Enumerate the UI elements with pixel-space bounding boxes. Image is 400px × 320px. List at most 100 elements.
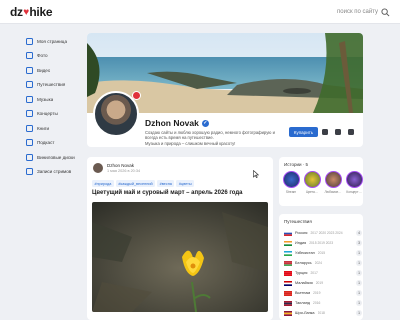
country-name: Индия [295,241,307,245]
country-row[interactable]: Индия 2015 2019 2023 3 [284,239,362,247]
sidebar-item-music[interactable]: Музыка [26,92,82,107]
sidebar-item-label: Видео [37,67,51,73]
post-tag[interactable]: #весна [157,180,175,187]
sidebar-item-label: Записи стримов [37,169,72,175]
profile-bio: Создаю сайты и люблю хорошую радио, немн… [145,130,295,146]
top-bar: dz ♥ hike поиск по сайту [0,0,400,24]
country-row[interactable]: Турция 2017 1 [284,269,362,277]
sidebar-item-travels[interactable]: Путешествия [26,78,82,93]
visit-count-badge: 3 [356,240,362,246]
video-icon [26,66,33,74]
country-row[interactable]: Малайзия 2019 1 [284,279,362,287]
stories-title: Истории · 5 [284,162,309,167]
ticket-icon [26,110,33,118]
follow-button[interactable]: Купарить [289,127,318,137]
country-name: Шри-Ланка [295,311,315,315]
sidebar-item-books[interactable]: Книги [26,121,82,136]
country-years: 2024 [314,261,322,265]
logo-heart-icon: ♥ [23,6,29,18]
photo-icon [26,52,33,60]
post-card: Dzhon Novak 1 мая 2026 в 20:34 #природа … [87,157,273,320]
sidebar-item-photo[interactable]: Фото [26,49,82,64]
country-name: Малайзия [295,281,313,285]
sidebar-item-podcast[interactable]: Подкаст [26,136,82,151]
search-box[interactable]: поиск по сайту [308,6,390,18]
story-label: Stream [285,190,297,194]
story-item[interactable] [325,171,342,188]
bio-line: Музыка и природа – слишком вечный красот… [145,140,236,146]
travels-panel: Путешествия Россия 2017 2020 2023 2024 4 Ин… [279,214,363,320]
logo[interactable]: dz ♥ hike [10,5,52,19]
profile-card: Dzhon Novak ✓ Создаю сайты и люблю хорош… [87,33,363,147]
disc-icon [26,153,33,161]
flag-icon [284,270,292,276]
post-tag[interactable]: #каждый_весенний [115,180,156,187]
sidebar-item-label: Музыка [37,96,54,102]
mouse-cursor-icon [253,170,259,178]
post-tag[interactable]: #природа [92,180,114,187]
visit-count-badge: 4 [356,230,362,236]
sidebar-item-label: Виниловые диски [37,154,75,160]
profile-name-text: Dzhon Novak [145,118,199,128]
story-label: Концерт… [346,190,362,194]
verified-icon: ✓ [201,119,209,127]
live-badge-icon [132,91,141,100]
country-years: 2017 2020 2023 2024 [310,231,343,235]
country-name: Беларусь [295,261,312,265]
flag-icon [284,230,292,236]
country-row[interactable]: Таиланд 2016 1 [284,299,362,307]
gift-icon[interactable] [335,129,341,135]
post-tag[interactable]: #цветы [176,180,195,187]
visit-count-badge: 1 [356,250,362,256]
country-years: 2015 2019 2023 [309,241,334,245]
country-years: 2015 [317,251,326,255]
country-years: 2017 [310,271,318,275]
sidebar-item-streams[interactable]: Записи стримов [26,165,82,180]
story-item[interactable] [346,171,363,188]
country-years: 2019 [315,281,324,285]
flag-icon [284,250,292,256]
country-row[interactable]: Вьетнам 2019 1 [284,289,362,297]
sidebar-item-vinyl[interactable]: Виниловые диски [26,150,82,165]
flag-icon [284,240,292,246]
stream-icon [26,168,33,176]
visit-count-badge: 1 [356,280,362,286]
country-row[interactable]: Россия 2017 2020 2023 2024 4 [284,229,362,237]
search-icon[interactable] [381,7,390,17]
country-name: Вьетнам [295,291,311,295]
logo-right: hike [29,5,53,19]
music-icon [26,95,33,103]
sidebar-item-concerts[interactable]: Концерты [26,107,82,122]
story-item[interactable] [283,171,300,188]
sidebar-item-label: Фото [37,53,48,59]
sidebar-item-my-page[interactable]: Моя страница [26,34,82,49]
flag-icon [284,290,292,296]
search-placeholder: поиск по сайту [337,9,378,15]
country-row[interactable]: Шри-Ланка 2018 1 [284,309,362,317]
globe-icon [26,81,33,89]
sidebar-item-label: Моя страница [37,38,67,44]
story-label: Любимое… [324,190,342,194]
post-author-avatar[interactable] [93,163,103,173]
sidebar-item-label: Концерты [37,111,58,117]
country-years: 2018 [317,311,325,315]
more-icon[interactable] [348,129,354,135]
country-name: Узбекистан [295,251,315,255]
post-author[interactable]: Dzhon Novak [107,163,134,168]
story-item[interactable] [304,171,321,188]
sidebar-item-video[interactable]: Видео [26,63,82,78]
message-icon[interactable] [322,129,328,135]
country-row[interactable]: Узбекистан 2015 1 [284,249,362,257]
visit-count-badge: 1 [356,310,362,316]
post-title[interactable]: Цветущий май и суровый март – апрель 202… [92,190,242,196]
country-name: Россия [295,231,308,235]
book-icon [26,124,33,132]
post-date: 1 мая 2026 в 20:34 [107,169,141,173]
country-name: Таиланд [295,301,311,305]
country-row[interactable]: Беларусь 2024 1 [284,259,362,267]
visit-count-badge: 1 [356,290,362,296]
flag-icon [284,310,292,316]
country-years: 2016 [313,301,321,305]
user-icon [26,37,33,45]
post-image[interactable] [92,202,268,312]
